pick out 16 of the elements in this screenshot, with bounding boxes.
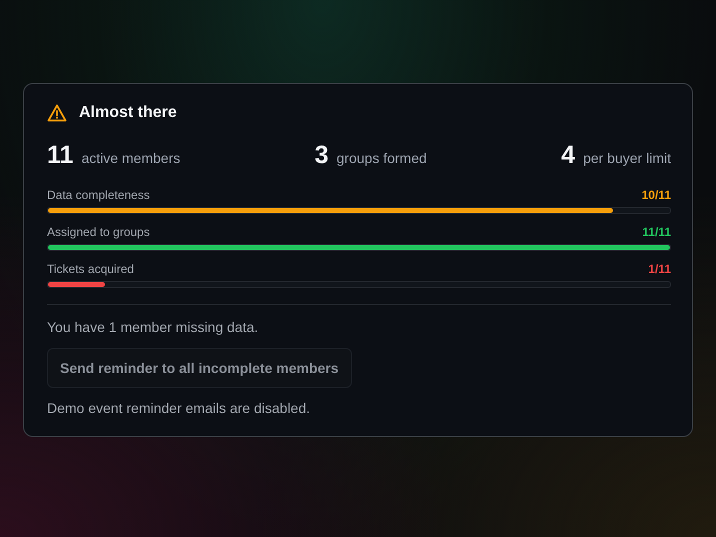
stat-label: active members — [81, 150, 180, 166]
stat-value: 3 — [314, 141, 329, 170]
progress-reading: 1/11 — [648, 262, 671, 276]
disabled-note: Demo event reminder emails are disabled. — [47, 400, 312, 416]
progress-reading: 11/11 — [642, 225, 671, 239]
card-title: Almost there — [79, 104, 177, 122]
progress-label: Tickets acquired — [47, 262, 134, 276]
stat-value: 11 — [47, 141, 74, 170]
stat-label: groups formed — [336, 150, 427, 166]
stat-label: per buyer limit — [583, 150, 671, 166]
warning-icon — [47, 104, 67, 122]
progress-label: Assigned to groups — [47, 225, 150, 239]
missing-data-message: You have 1 member missing data. — [47, 319, 260, 335]
stat-value: 4 — [561, 141, 576, 170]
progress-reading: 10/11 — [642, 188, 671, 202]
progress-label: Data completeness — [47, 188, 150, 202]
